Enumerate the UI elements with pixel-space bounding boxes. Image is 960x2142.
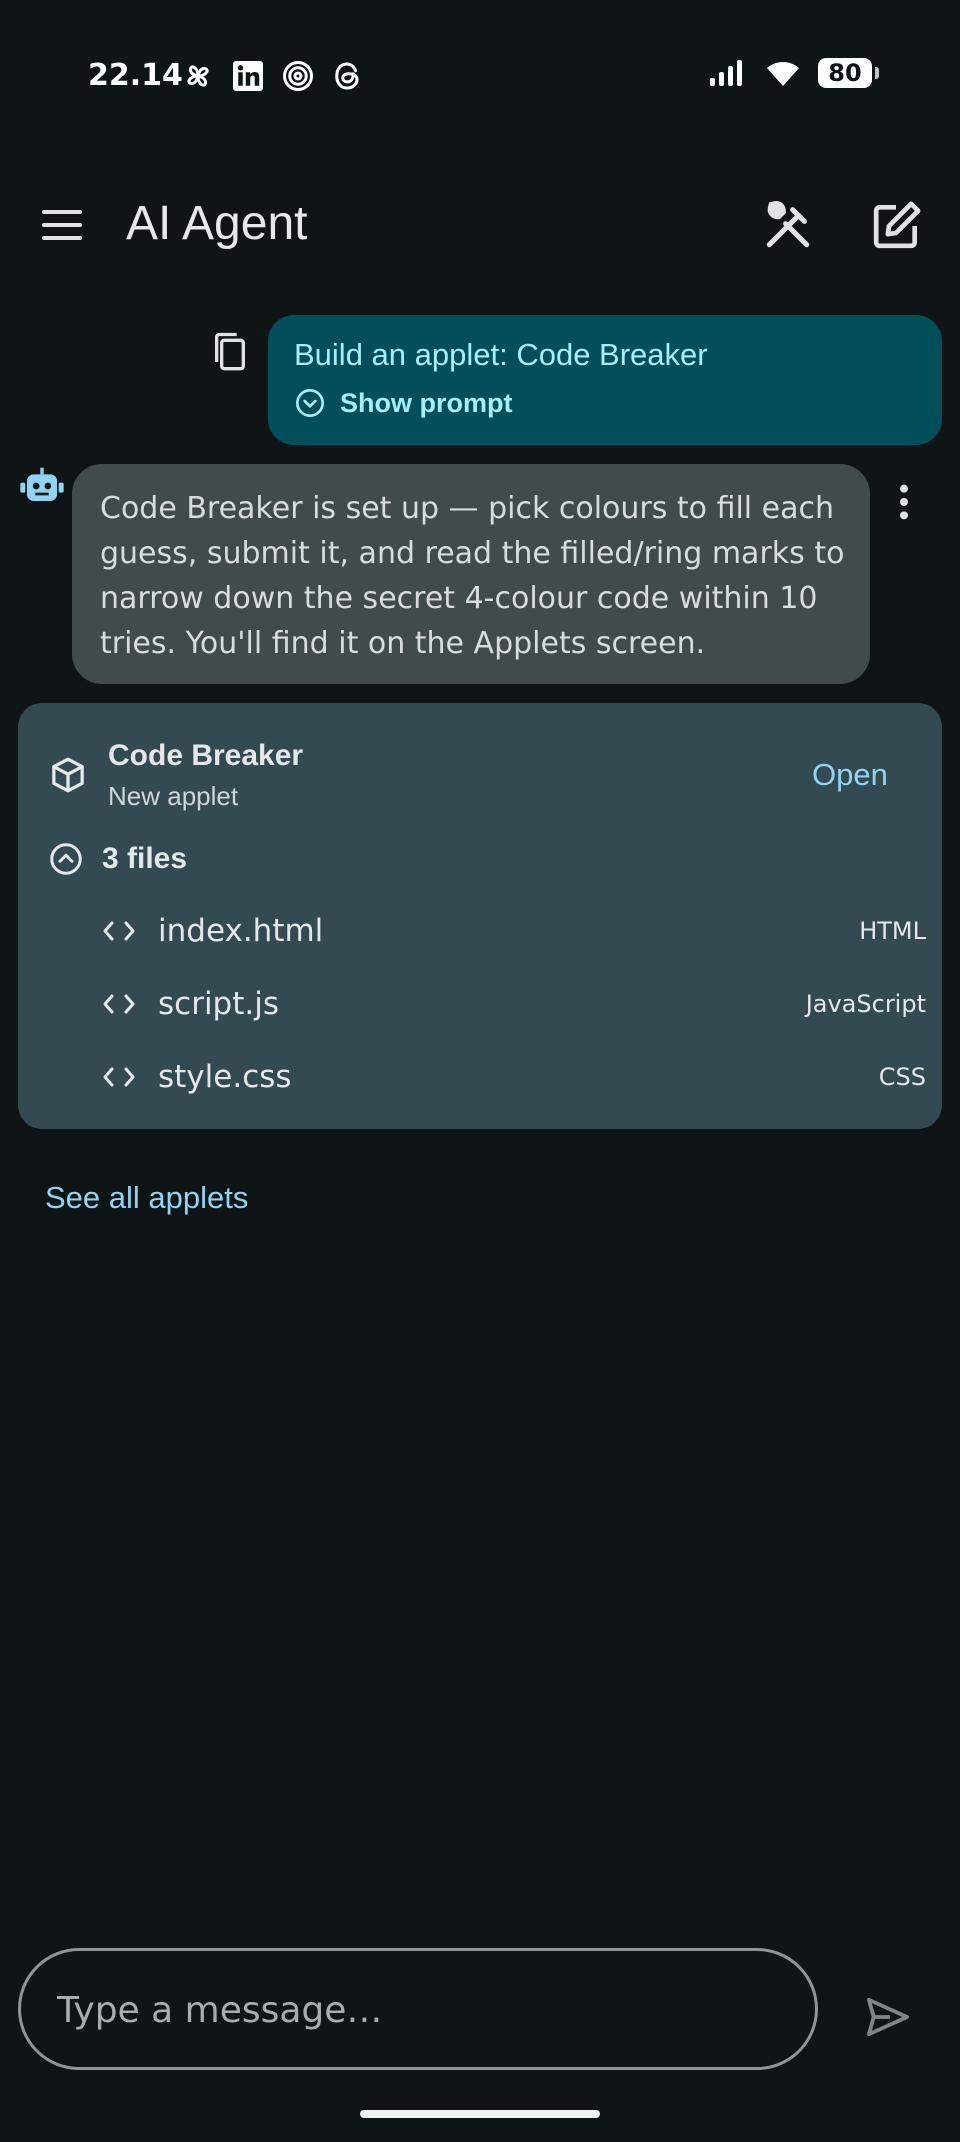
applet-card: Code Breaker New applet Open 3 files ind…: [18, 703, 942, 1129]
file-row[interactable]: script.js JavaScript: [102, 976, 926, 1032]
file-name: index.html: [158, 913, 324, 949]
cube-icon: [52, 757, 84, 793]
message-input-container: [18, 1948, 818, 2070]
file-type: JavaScript: [805, 990, 926, 1018]
file-type: HTML: [859, 917, 926, 945]
status-time: 22.14: [88, 58, 183, 93]
tools-icon[interactable]: [760, 198, 816, 254]
status-bar: 22.14 80: [0, 0, 960, 150]
applet-subtitle: New applet: [108, 781, 239, 811]
system-icons: 80: [708, 58, 879, 88]
copy-icon[interactable]: [210, 330, 250, 374]
more-options-icon[interactable]: [892, 482, 916, 522]
file-type: CSS: [878, 1063, 926, 1091]
chevron-down-circle-icon: [296, 389, 324, 417]
file-name: script.js: [158, 986, 280, 1022]
bot-message-bubble: Code Breaker is set up — pick colours to…: [72, 464, 870, 684]
message-input[interactable]: [55, 1977, 779, 2043]
robot-icon: [20, 467, 64, 501]
menu-icon[interactable]: [36, 202, 90, 248]
app-bar: AI Agent: [0, 180, 960, 270]
page-title: AI Agent: [126, 197, 308, 250]
threads-icon: [335, 62, 359, 90]
pinwheel-icon: [187, 65, 209, 87]
notification-icons: [180, 58, 366, 94]
show-prompt-label: Show prompt: [340, 387, 513, 418]
show-prompt-button[interactable]: Show prompt: [294, 387, 512, 419]
bot-message-text: Code Breaker is set up — pick colours to…: [100, 491, 845, 661]
open-applet-button[interactable]: Open: [812, 757, 888, 793]
send-icon[interactable]: [864, 1996, 912, 2038]
user-message-bubble: Build an applet: Code Breaker Show promp…: [268, 315, 942, 445]
signal-icon: [710, 60, 742, 86]
files-count-label: 3 files: [102, 842, 188, 875]
home-indicator: [360, 2110, 600, 2118]
battery-level: 80: [828, 59, 862, 87]
applet-name: Code Breaker: [108, 739, 304, 772]
wifi-icon: [767, 62, 799, 86]
code-icon: [103, 1067, 135, 1087]
code-icon: [103, 921, 135, 941]
file-name: style.css: [158, 1059, 292, 1095]
file-row[interactable]: style.css CSS: [102, 1049, 926, 1105]
edit-icon[interactable]: [868, 198, 924, 254]
screen: 22.14 80 AI Agent Build an applet: Code …: [0, 0, 960, 2142]
chevron-up-circle-icon: [50, 843, 82, 875]
target-icon: [283, 61, 313, 91]
linkedin-icon: [233, 61, 263, 91]
battery-icon: 80: [818, 58, 879, 88]
files-toggle[interactable]: 3 files: [48, 841, 187, 877]
user-message-text: Build an applet: Code Breaker: [294, 337, 708, 372]
see-all-applets-link[interactable]: See all applets: [45, 1180, 248, 1216]
code-icon: [103, 994, 135, 1014]
file-row[interactable]: index.html HTML: [102, 903, 926, 959]
